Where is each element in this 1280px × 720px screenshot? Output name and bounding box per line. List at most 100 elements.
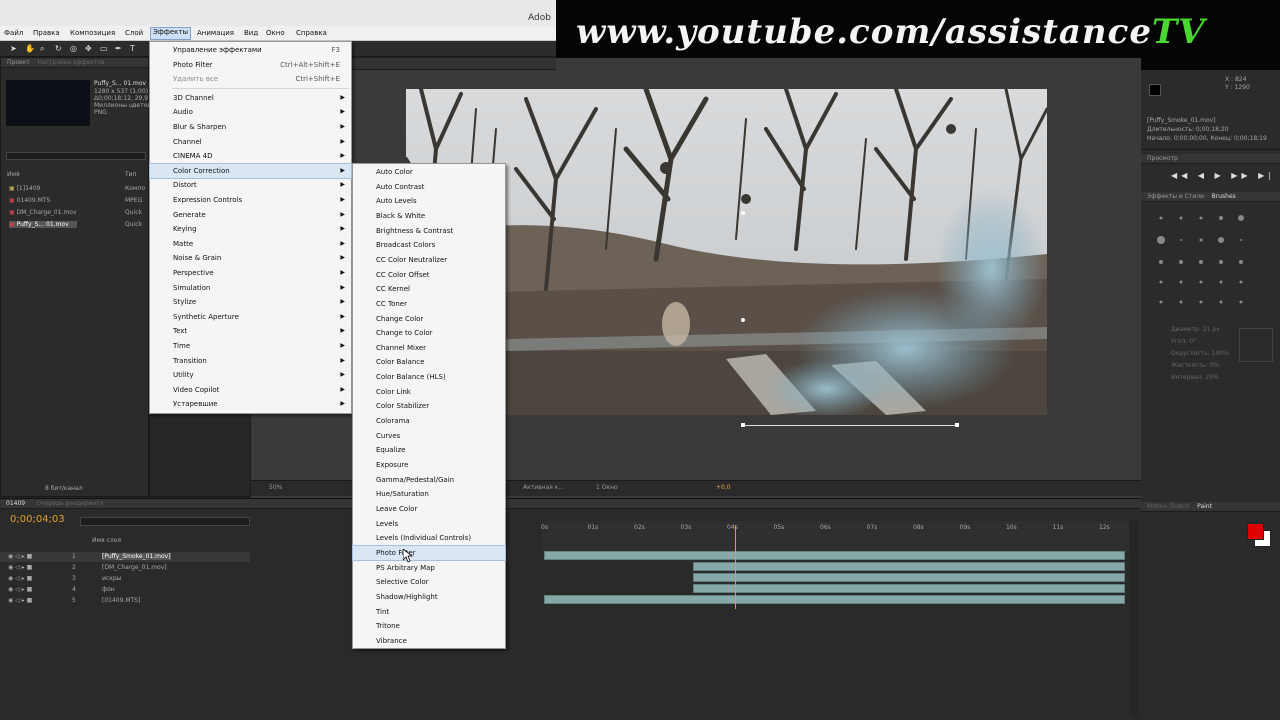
camera-tool-icon[interactable]: ◎ bbox=[70, 44, 77, 53]
color-correction-item-color-link[interactable]: Color Link bbox=[353, 385, 505, 400]
effects-menu-item-color-correction[interactable]: Color Correction ▶ bbox=[149, 162, 352, 180]
brush-spacing[interactable]: Интервал: 25% bbox=[1171, 374, 1219, 381]
effects-menu-item-channel[interactable]: Channel ▶ bbox=[150, 135, 351, 150]
column-type-header[interactable]: Тип bbox=[125, 171, 137, 178]
effects-menu-item-simulation[interactable]: Simulation ▶ bbox=[150, 281, 351, 296]
renderer-quality-dropdown[interactable]: Активная к... bbox=[523, 484, 564, 491]
effects-presets-tab[interactable]: Эффекты и Стили Brushes bbox=[1141, 192, 1280, 202]
hand-tool-icon[interactable]: ✋ bbox=[25, 44, 35, 53]
color-correction-item-leave-color[interactable]: Leave Color bbox=[353, 502, 505, 517]
effects-menu-item-3d-channel[interactable]: 3D Channel ▶ bbox=[150, 91, 351, 106]
color-correction-item-color-balance[interactable]: Color Balance bbox=[353, 355, 505, 370]
color-correction-item-exposure[interactable]: Exposure bbox=[353, 458, 505, 473]
timeline-scrollbar[interactable] bbox=[1130, 521, 1138, 716]
anchor-handle[interactable] bbox=[741, 423, 745, 427]
menu-layer[interactable]: Слой bbox=[125, 29, 143, 37]
menu-animation[interactable]: Анимация bbox=[197, 29, 234, 37]
layer-name[interactable]: фон bbox=[102, 586, 115, 593]
color-correction-item-auto-color[interactable]: Auto Color bbox=[353, 165, 505, 180]
menu-window[interactable]: Окно bbox=[266, 29, 285, 37]
color-correction-item-color-balance-hls[interactable]: Color Balance (HLS) bbox=[353, 370, 505, 385]
layer-track-bar[interactable] bbox=[692, 584, 1126, 593]
color-correction-item-ps-arbitrary-map[interactable]: PS Arbitrary Map bbox=[353, 561, 505, 576]
color-correction-item-cc-color-neutralizer[interactable]: CC Color Neutralizer bbox=[353, 253, 505, 268]
effects-menu-item-blur-sharpen[interactable]: Blur & Sharpen ▶ bbox=[150, 120, 351, 135]
layer-visibility-icon[interactable]: ◉ ◁ ▸ ■ bbox=[8, 564, 32, 571]
time-ruler[interactable] bbox=[541, 521, 1129, 551]
text-tool-icon[interactable]: T bbox=[130, 44, 135, 53]
brush-presets-grid[interactable] bbox=[1151, 210, 1271, 320]
effects-menu-item-time[interactable]: Time ▶ bbox=[150, 339, 351, 354]
menu-composition[interactable]: Композиция bbox=[70, 29, 115, 37]
effects-menu-item-expression-controls[interactable]: Expression Controls ▶ bbox=[150, 193, 351, 208]
timeline-tabs[interactable]: 01409 Очередь рендеринга bbox=[0, 499, 1141, 509]
color-correction-item-selective-color[interactable]: Selective Color bbox=[353, 575, 505, 590]
effects-menu-item-устаревшие[interactable]: Устаревшие ▶ bbox=[150, 397, 351, 412]
effects-menu-item-noise-grain[interactable]: Noise & Grain ▶ bbox=[150, 251, 351, 266]
layer-track-bar[interactable] bbox=[692, 562, 1126, 571]
layer-name[interactable]: [01409.MTS] bbox=[102, 597, 140, 604]
layer-name[interactable]: [DM_Charge_01.mov] bbox=[102, 564, 167, 571]
selection-tool-icon[interactable]: ➤ bbox=[10, 44, 17, 53]
paint-tabs[interactable]: Motion Sketch Paint bbox=[1141, 502, 1280, 512]
foreground-color-swatch[interactable] bbox=[1247, 523, 1264, 540]
effects-menu-item-keying[interactable]: Keying ▶ bbox=[150, 222, 351, 237]
color-correction-item-brightness-contrast[interactable]: Brightness & Contrast bbox=[353, 224, 505, 239]
zoom-level-dropdown[interactable]: 50% bbox=[269, 484, 282, 491]
color-correction-item-tint[interactable]: Tint bbox=[353, 605, 505, 620]
color-correction-item-change-to-color[interactable]: Change to Color bbox=[353, 326, 505, 341]
project-file-item[interactable]: ▣ 01409.MTS bbox=[9, 197, 50, 204]
current-time-display[interactable]: 0;00;04;03 bbox=[10, 514, 65, 525]
project-search-input[interactable] bbox=[6, 152, 146, 160]
playback-controls[interactable]: ◀◀ ◀ ▶ ▶▶ ▶| bbox=[1171, 171, 1275, 180]
color-correction-item-channel-mixer[interactable]: Channel Mixer bbox=[353, 341, 505, 356]
color-correction-item-color-stabilizer[interactable]: Color Stabilizer bbox=[353, 399, 505, 414]
layer-visibility-icon[interactable]: ◉ ◁ ▸ ■ bbox=[8, 553, 32, 560]
menu-view[interactable]: Вид bbox=[244, 29, 258, 37]
brush-diameter[interactable]: Диаметр: 21 px bbox=[1171, 326, 1220, 333]
color-correction-item-cc-kernel[interactable]: CC Kernel bbox=[353, 282, 505, 297]
project-file-item-selected[interactable]: ▣ Puffy_S... 01.mov bbox=[9, 221, 77, 228]
effects-menu-item-synthetic-aperture[interactable]: Synthetic Aperture ▶ bbox=[150, 310, 351, 325]
color-correction-item-black-white[interactable]: Black & White bbox=[353, 209, 505, 224]
color-correction-item-cc-toner[interactable]: CC Toner bbox=[353, 297, 505, 312]
color-correction-item-hue-saturation[interactable]: Hue/Saturation bbox=[353, 487, 505, 502]
color-correction-item-levels[interactable]: Levels bbox=[353, 517, 505, 532]
effects-menu-item-generate[interactable]: Generate ▶ bbox=[150, 208, 351, 223]
effects-menu-item-matte[interactable]: Matte ▶ bbox=[150, 237, 351, 252]
timeline-search-input[interactable] bbox=[80, 517, 250, 526]
layer-name[interactable]: искры bbox=[102, 575, 121, 582]
view-layout-dropdown[interactable]: 1 Окно bbox=[596, 484, 618, 491]
menu-file[interactable]: Файл bbox=[4, 29, 23, 37]
color-correction-item-tritone[interactable]: Tritone bbox=[353, 619, 505, 634]
effects-menu-item-управление-эффектами[interactable]: Управление эффектами F3 bbox=[150, 43, 351, 58]
effects-menu-item-video-copilot[interactable]: Video Copilot ▶ bbox=[150, 383, 351, 398]
layer-visibility-icon[interactable]: ◉ ◁ ▸ ■ bbox=[8, 586, 32, 593]
effects-menu-item-utility[interactable]: Utility ▶ bbox=[150, 368, 351, 383]
effects-menu-item-cinema-4d[interactable]: CINEMA 4D ▶ bbox=[150, 149, 351, 164]
menu-effects[interactable]: Эффекты bbox=[150, 27, 191, 40]
bpc-indicator[interactable]: 8 бит/канал bbox=[45, 485, 83, 492]
pen-tool-icon[interactable]: ✒ bbox=[115, 44, 122, 53]
color-correction-item-shadow-highlight[interactable]: Shadow/Highlight bbox=[353, 590, 505, 605]
color-correction-item-auto-contrast[interactable]: Auto Contrast bbox=[353, 180, 505, 195]
effects-menu-item-transition[interactable]: Transition ▶ bbox=[150, 354, 351, 369]
color-correction-item-equalize[interactable]: Equalize bbox=[353, 443, 505, 458]
project-tab[interactable]: Проект Настройка эффектов bbox=[1, 58, 148, 68]
layer-name-column-header[interactable]: Имя слоя bbox=[92, 537, 121, 544]
column-name-header[interactable]: Имя bbox=[7, 171, 20, 178]
exposure-offset[interactable]: +0,0 bbox=[716, 484, 731, 491]
preview-tab[interactable]: Просмотр bbox=[1141, 154, 1280, 164]
color-correction-item-colorama[interactable]: Colorama bbox=[353, 414, 505, 429]
playhead[interactable] bbox=[734, 525, 736, 609]
layer-visibility-icon[interactable]: ◉ ◁ ▸ ■ bbox=[8, 575, 32, 582]
effects-menu-item-perspective[interactable]: Perspective ▶ bbox=[150, 266, 351, 281]
effects-menu-item-stylize[interactable]: Stylize ▶ bbox=[150, 295, 351, 310]
effects-menu-item-audio[interactable]: Audio ▶ bbox=[150, 105, 351, 120]
layer-track-bar[interactable] bbox=[692, 573, 1126, 582]
layer-name[interactable]: [Puffy_Smoke_01.mov] bbox=[102, 553, 171, 560]
color-correction-item-curves[interactable]: Curves bbox=[353, 429, 505, 444]
menu-help[interactable]: Справка bbox=[296, 29, 327, 37]
brush-angle[interactable]: Угол: 0° bbox=[1171, 338, 1196, 345]
effects-menu-item-distort[interactable]: Distort ▶ bbox=[150, 178, 351, 193]
